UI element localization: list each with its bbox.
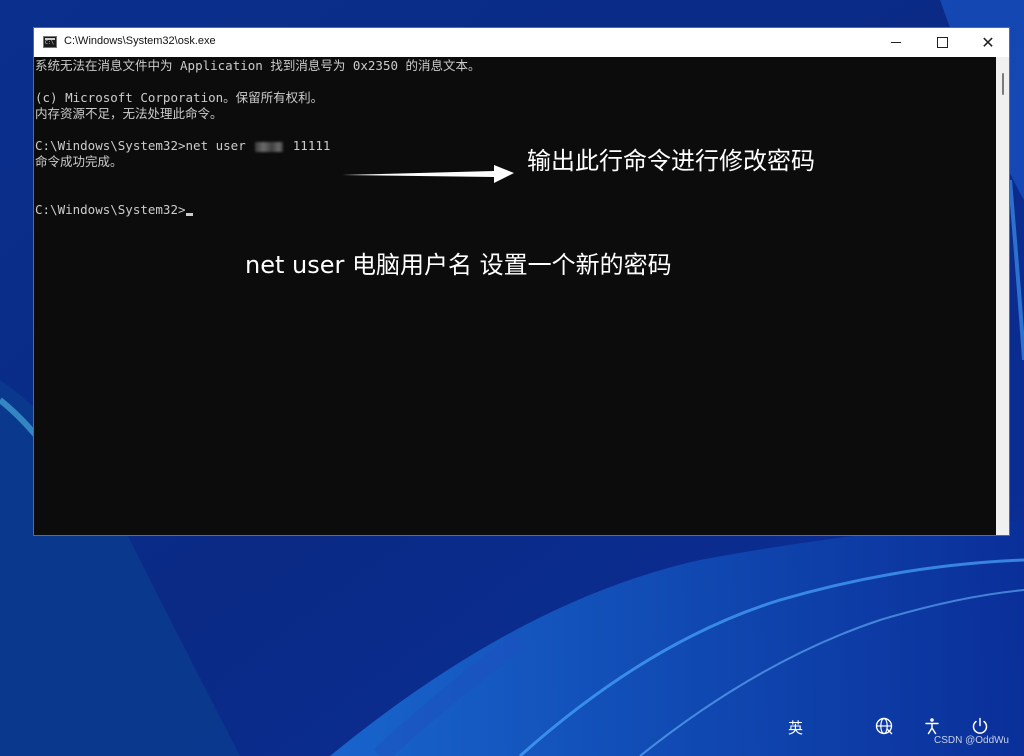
maximize-button[interactable]	[919, 28, 965, 57]
annotation-arrow	[342, 165, 514, 183]
close-icon: ✕	[981, 33, 995, 52]
title-bar[interactable]: C:\Windows\System32\osk.exe ✕	[34, 28, 1009, 57]
console-prompt-line: C:\Windows\System32>	[35, 202, 193, 218]
minimize-button[interactable]	[873, 28, 919, 57]
watermark-text: CSDN @OddWu	[934, 735, 1009, 746]
console-line: 系统无法在消息文件中为 Application 找到消息号为 0x2350 的消…	[35, 58, 481, 73]
console-line: 命令成功完成。	[35, 154, 123, 169]
arrow-annotation-text: 输出此行命令进行修改密码	[527, 147, 815, 175]
power-icon[interactable]	[970, 716, 990, 736]
console-output[interactable]: 系统无法在消息文件中为 Application 找到消息号为 0x2350 的消…	[34, 57, 996, 535]
prompt-text: C:\Windows\System32>	[35, 202, 186, 217]
accessibility-icon[interactable]	[922, 716, 942, 736]
scrollbar-thumb[interactable]	[1002, 73, 1004, 95]
redacted-username	[255, 141, 284, 152]
new-password-text: 11111	[292, 138, 331, 153]
maximize-icon	[936, 37, 948, 48]
ime-language-indicator[interactable]: 英	[788, 717, 803, 738]
console-window: C:\Windows\System32\osk.exe ✕ 系统无法在消息文件中…	[33, 27, 1010, 536]
close-button[interactable]: ✕	[965, 28, 1009, 57]
console-command-line: C:\Windows\System32>net user 11111	[35, 138, 330, 154]
vertical-scrollbar[interactable]	[996, 57, 1009, 535]
usage-annotation-text: net user 电脑用户名 设置一个新的密码	[245, 251, 672, 279]
console-line: (c) Microsoft Corporation。保留所有权利。	[35, 90, 324, 105]
command-prompt-text: C:\Windows\System32>net user	[35, 138, 246, 153]
window-title: C:\Windows\System32\osk.exe	[64, 35, 216, 47]
console-line: 内存资源不足，无法处理此命令。	[35, 106, 223, 121]
text-cursor	[185, 213, 193, 216]
globe-network-icon[interactable]	[874, 716, 894, 736]
console-icon	[43, 36, 57, 48]
minimize-icon	[891, 42, 901, 43]
